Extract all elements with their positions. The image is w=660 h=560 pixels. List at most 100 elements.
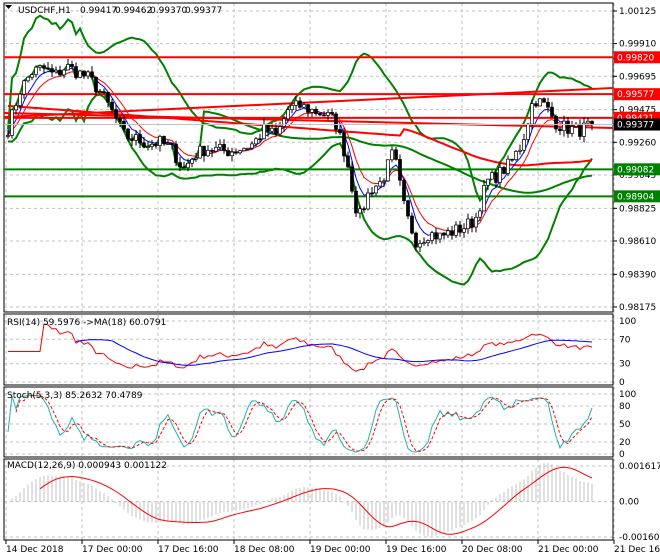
rsi-ma-line (75, 339, 593, 366)
price-tick-label: 0.99910 (619, 40, 656, 50)
price-tick-label: 1.00125 (619, 7, 656, 17)
candle-body (266, 123, 270, 132)
candle-body (154, 143, 158, 146)
price-tick-label: 0.99260 (619, 138, 656, 148)
candle-body (38, 65, 42, 68)
candle-body (518, 149, 522, 152)
candle-body (26, 76, 30, 82)
rsi-tick-label: 30 (619, 360, 631, 370)
time-label: 17 Dec 00:00 (82, 545, 143, 555)
candle-body (278, 126, 282, 135)
candle-body (286, 109, 290, 120)
candle-body (366, 192, 370, 210)
stoch-tick-label: 0 (619, 450, 625, 460)
ohlc-open: 0.99417 (80, 6, 117, 16)
candle-body (78, 70, 82, 78)
price-tick-label: 0.98390 (619, 270, 656, 280)
price-label: 0.98904 (617, 192, 654, 202)
candle-body (222, 143, 226, 151)
candle-body (142, 142, 146, 148)
candle-body (94, 76, 98, 93)
symbol-label: USDCHF,H1 (18, 6, 71, 16)
candle-body (502, 167, 506, 174)
candle-body (58, 69, 62, 76)
candle-body (434, 232, 438, 240)
candle-body (386, 159, 390, 182)
price-tick-label: 0.98610 (619, 237, 656, 247)
macd-tick-label: -0.001609 (619, 533, 660, 543)
ohlc-close: 0.99377 (185, 6, 222, 16)
price-label: 0.99820 (617, 53, 654, 63)
mt4-chart-window[interactable]: 1.00125 0.99910 0.99695 0.99475 0.99260 0.990… (0, 0, 660, 560)
candle-body (106, 91, 110, 103)
rsi-tick-label: 70 (619, 335, 631, 345)
candle-body (250, 143, 254, 149)
candle-body (90, 71, 94, 78)
macd-title: MACD(12,26,9) 0.000943 0.001122 (7, 461, 167, 471)
candle-body (462, 228, 466, 233)
macd-tick-label: 0.00 (619, 498, 639, 508)
candle-body (454, 224, 458, 236)
ohlc-high: 0.99462 (115, 6, 152, 16)
candle-body (30, 74, 34, 78)
stoch-tick-label: 50 (619, 420, 631, 430)
candle-body (322, 114, 326, 117)
candle-body (230, 151, 234, 157)
candle-body (206, 150, 210, 157)
candle-body (50, 68, 54, 73)
candle-body (350, 166, 354, 192)
candle-body (162, 136, 166, 145)
candle-body (270, 127, 274, 132)
time-label: 14 Dec 2018 (6, 545, 64, 555)
candle-body (22, 80, 26, 95)
candle-body (118, 117, 122, 122)
candle-body (538, 98, 542, 107)
candle-body (446, 230, 450, 236)
candle-body (46, 67, 50, 70)
rsi-line (8, 323, 593, 372)
candle-body (554, 116, 558, 130)
candle-body (86, 71, 90, 77)
candle-body (358, 208, 362, 214)
candle-body (338, 129, 342, 134)
candle-body (482, 185, 486, 212)
candle-body (202, 145, 206, 157)
candle-body (18, 93, 22, 106)
ohlc-low: 0.99370 (150, 6, 187, 16)
candle-body (138, 134, 142, 144)
time-label: 19 Dec 00:00 (310, 545, 371, 555)
candle-body (14, 105, 18, 111)
chart-canvas[interactable]: 1.001250.999100.996950.994750.992600.990… (0, 0, 660, 560)
candle-body (542, 98, 546, 103)
candle-body (314, 108, 318, 114)
candle-body (458, 224, 462, 233)
candle-body (506, 158, 510, 174)
candle-body (298, 100, 302, 108)
candle-body (514, 151, 518, 161)
candle-body (378, 181, 382, 187)
candle-body (174, 143, 178, 163)
candle-body (566, 120, 570, 134)
candle-body (470, 218, 474, 228)
macd-panel[interactable] (3, 458, 614, 541)
price-panel[interactable] (3, 2, 614, 313)
time-label: 21 Dec 00:00 (538, 545, 599, 555)
candle-body (362, 208, 366, 211)
candle-body (318, 113, 322, 116)
candle-body (6, 135, 10, 137)
time-label: 17 Dec 16:00 (158, 545, 219, 555)
candle-body (522, 139, 526, 151)
candle-body (170, 143, 174, 145)
time-label: 20 Dec 08:00 (462, 545, 523, 555)
candle-body (422, 242, 426, 245)
candle-body (430, 232, 434, 241)
rsi-tick-label: 0 (619, 378, 625, 388)
candle-body (586, 120, 590, 124)
dropdown-triangle-icon[interactable] (5, 5, 12, 9)
candle-body (258, 138, 262, 141)
candle-body (418, 243, 422, 248)
candle-body (382, 180, 386, 183)
candle-body (394, 149, 398, 160)
candle-body (166, 143, 170, 145)
candle-body (578, 123, 582, 137)
